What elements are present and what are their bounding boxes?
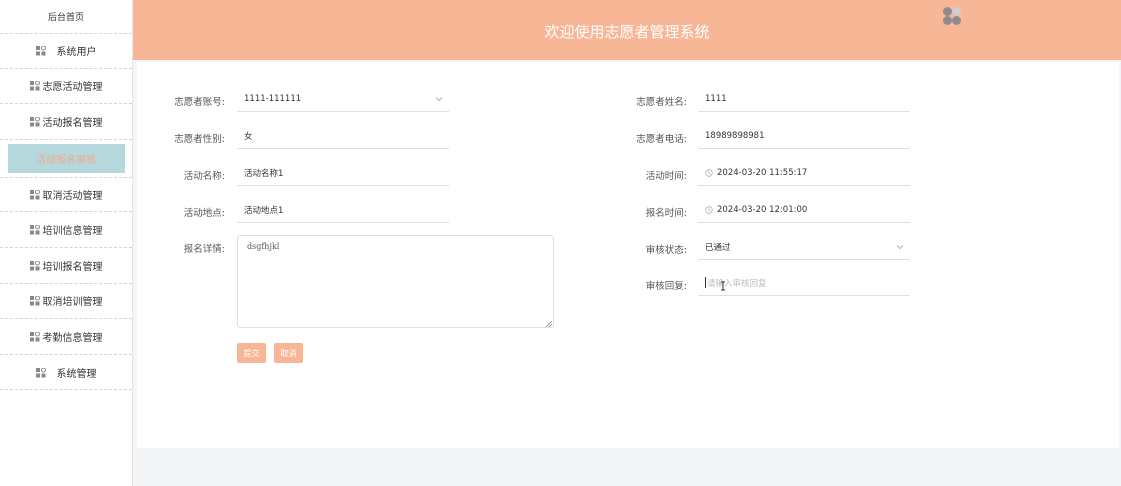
signup-time-label: 报名时间: [645, 208, 687, 219]
app-grid-icon [29, 225, 40, 235]
name-field[interactable]: 1111 [698, 86, 910, 112]
sidebar-item-signup-manage[interactable]: 活动报名管理 [0, 104, 132, 140]
activity-name-field[interactable]: 活动名称1 [237, 160, 449, 186]
detail-textarea[interactable]: dsgfhjkl [237, 235, 554, 328]
submit-button[interactable]: 提交 [237, 343, 266, 363]
phone-field[interactable]: 18989898981 [698, 123, 910, 149]
sidebar: 后台首页 系统用户 志愿活动管理 活动报名管理 活动报名审核 取消活动管理 培训… [0, 0, 133, 486]
logo-icon[interactable] [942, 6, 962, 26]
sidebar-item-active[interactable]: 活动报名审核 [7, 143, 125, 173]
activity-time-label: 活动时间: [645, 171, 687, 182]
account-value: 1111-111111 [244, 93, 302, 104]
activity-place-label: 活动地点: [183, 208, 225, 219]
cancel-button[interactable]: 取消 [274, 343, 303, 363]
sidebar-item-label: 系统管理 [56, 368, 97, 380]
activity-name-value: 活动名称1 [244, 168, 284, 179]
clock-icon [705, 168, 713, 177]
sidebar-item-signup-review[interactable]: 活动报名审核 [0, 140, 132, 177]
sidebar-item-attendance[interactable]: 考勤信息管理 [0, 319, 132, 355]
sidebar-item-training-signup[interactable]: 培训报名管理 [0, 248, 132, 284]
sidebar-item-label: 取消培训管理 [42, 297, 103, 309]
app-grid-icon [29, 331, 40, 342]
review-status-value: 已通过 [705, 242, 731, 253]
sidebar-item-label: 系统用户 [56, 47, 97, 59]
activity-time-picker[interactable]: 2024-03-20 11:55:17 [698, 160, 910, 186]
phone-label: 志愿者电话: [636, 134, 687, 145]
form-panel: 志愿者账号: 1111-111111 志愿者性别: 女 活动名称: 活动名称1 … [137, 62, 1119, 448]
gender-field[interactable]: 女 [237, 123, 449, 149]
app-grid-icon [29, 296, 40, 306]
sidebar-item-label: 活动报名审核 [36, 154, 96, 166]
signup-time-value: 2024-03-20 12:01:00 [717, 204, 808, 215]
sidebar-item-system-manage[interactable]: 系统管理 [0, 355, 132, 391]
sidebar-item-system-users[interactable]: 系统用户 [0, 33, 132, 69]
activity-place-value: 活动地点1 [244, 205, 284, 216]
page-title: 欢迎使用志愿者管理系统 [544, 23, 710, 41]
review-status-select[interactable]: 已通过 [698, 234, 910, 260]
activity-time-value: 2024-03-20 11:55:17 [717, 167, 808, 178]
signup-time-picker[interactable]: 2024-03-20 12:01:00 [698, 197, 910, 223]
sidebar-item-training-info[interactable]: 培训信息管理 [0, 212, 132, 248]
review-reply-label: 审核回复: [645, 281, 687, 292]
sidebar-item-cancel-activity[interactable]: 取消活动管理 [0, 176, 132, 213]
clock-icon [705, 205, 713, 214]
sidebar-item-label: 培训信息管理 [42, 226, 103, 238]
footer-area [133, 448, 1121, 486]
chevron-down-icon [435, 95, 443, 103]
name-label: 志愿者姓名: [636, 97, 687, 108]
account-label: 志愿者账号: [174, 97, 225, 108]
app-grid-icon [29, 190, 40, 200]
sidebar-item-label: 培训报名管理 [42, 261, 103, 273]
app-grid-icon [29, 260, 40, 271]
name-value: 1111 [705, 93, 727, 104]
gender-label: 志愿者性别: [174, 134, 225, 145]
account-select[interactable]: 1111-111111 [237, 86, 449, 112]
app-grid-icon [35, 46, 46, 56]
resize-handle-icon[interactable] [545, 320, 553, 328]
activity-place-field[interactable]: 活动地点1 [237, 197, 449, 223]
review-reply-input[interactable]: 请输入审核回复 [698, 270, 910, 296]
gender-value: 女 [244, 131, 253, 142]
chevron-down-icon [896, 243, 904, 251]
sidebar-item-label: 取消活动管理 [42, 191, 103, 203]
sidebar-item-activity-manage[interactable]: 志愿活动管理 [0, 69, 132, 105]
detail-label: 报名详情: [183, 244, 225, 255]
app-grid-icon [29, 116, 40, 127]
review-reply-placeholder: 请输入审核回复 [707, 278, 767, 289]
sidebar-item-cancel-training[interactable]: 取消培训管理 [0, 284, 132, 320]
sidebar-item-label: 考勤信息管理 [42, 332, 103, 344]
app-grid-icon [29, 81, 40, 91]
detail-value: dsgfhjkl [247, 242, 280, 251]
text-caret [705, 277, 706, 288]
app-grid-icon [35, 367, 46, 378]
sidebar-item-label: 志愿活动管理 [42, 82, 103, 94]
activity-name-label: 活动名称: [183, 171, 225, 182]
sidebar-home-link[interactable]: 后台首页 [0, 0, 132, 33]
phone-value: 18989898981 [705, 130, 765, 141]
header-bar: 欢迎使用志愿者管理系统 [133, 0, 1121, 60]
ibeam-cursor-icon [720, 276, 726, 291]
review-status-label: 审核状态: [645, 245, 687, 256]
sidebar-item-label: 活动报名管理 [42, 117, 103, 129]
